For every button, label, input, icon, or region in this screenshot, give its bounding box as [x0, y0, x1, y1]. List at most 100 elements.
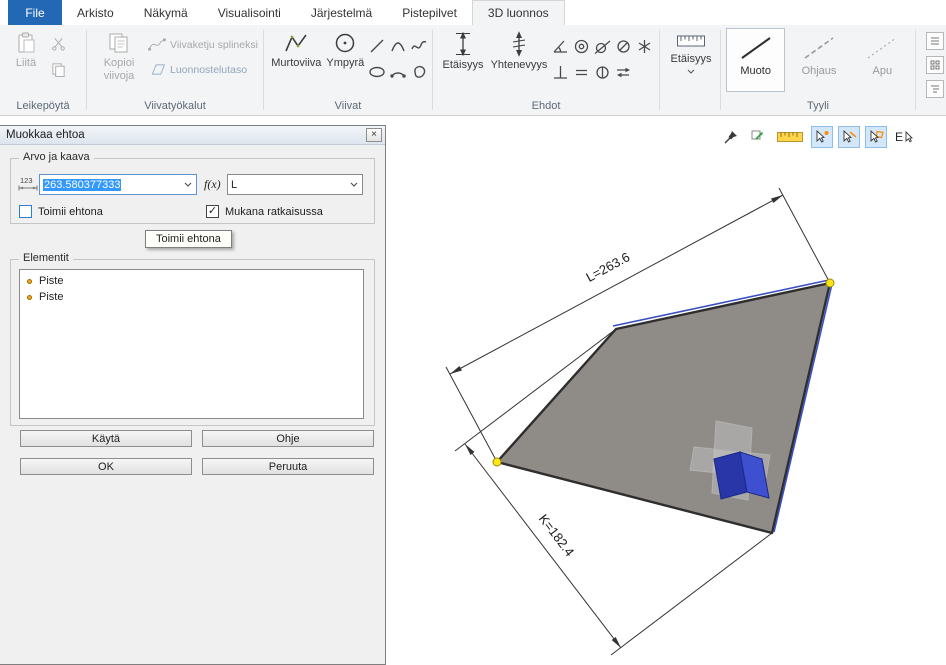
- ribbon-side-rail: [926, 32, 944, 98]
- tab-pistepilvet[interactable]: Pistepilvet: [387, 0, 472, 25]
- circle-button[interactable]: Ympyrä: [324, 28, 367, 94]
- formula-combobox-dropdown[interactable]: [346, 175, 362, 194]
- line-icon: [368, 37, 386, 55]
- distance-condition-button[interactable]: Etäisyys: [438, 28, 488, 94]
- capture-icon: [750, 129, 766, 145]
- solid-line-icon: [736, 33, 776, 63]
- list-item-label: Piste: [39, 275, 63, 287]
- ribbon-group-style: Muoto Ohjaus Apu Tyyli: [721, 25, 915, 115]
- sketch-plane-button[interactable]: Luonnostelutaso: [146, 61, 260, 78]
- blue-solid[interactable]: [714, 452, 769, 499]
- scissors-icon: [51, 36, 66, 51]
- style-aux-label: Apu: [873, 65, 893, 77]
- polyline-button[interactable]: Murtoviiva: [269, 28, 324, 94]
- value-combobox[interactable]: 263.580377333: [39, 174, 197, 195]
- list-item[interactable]: Piste: [20, 289, 363, 305]
- measure-button[interactable]: [774, 126, 806, 148]
- pattern-condition-button[interactable]: [634, 34, 655, 58]
- angle-condition-button[interactable]: [550, 34, 571, 58]
- tangent-icon: [593, 37, 612, 56]
- dialog-close-button[interactable]: ×: [366, 128, 382, 142]
- style-aux-button[interactable]: Apu: [853, 28, 912, 92]
- tangent-condition-button[interactable]: [592, 34, 613, 58]
- checkbox-box-checked[interactable]: ✓: [206, 205, 219, 218]
- style-control-button[interactable]: Ohjaus: [789, 28, 848, 92]
- vertex-marker[interactable]: [493, 458, 501, 466]
- viewport-toolbar: E: [720, 126, 918, 148]
- pick-faces-toggle[interactable]: [865, 126, 887, 148]
- coincident-icon: [614, 37, 633, 56]
- symmetry-icon: [593, 63, 612, 82]
- pick-lines-toggle[interactable]: [838, 126, 860, 148]
- equal-condition-button[interactable]: [571, 60, 592, 84]
- tab-arkisto[interactable]: Arkisto: [62, 0, 129, 25]
- panel-toggle-list-button[interactable]: [926, 32, 944, 50]
- value-combobox-dropdown[interactable]: [180, 175, 196, 194]
- closed-spline-button[interactable]: [409, 60, 429, 84]
- sketch-plane-label: Luonnostelutaso: [170, 64, 247, 76]
- ellipse-button[interactable]: [367, 60, 387, 84]
- angle-icon: [551, 37, 570, 56]
- freehand-button[interactable]: [409, 34, 429, 58]
- sketch-face[interactable]: [497, 283, 830, 533]
- concentric-condition-button[interactable]: [571, 34, 592, 58]
- group-label-style: Tyyli: [721, 99, 915, 115]
- vertex-marker[interactable]: [826, 279, 834, 287]
- chain-to-spline-label: Viivaketju splineksi: [170, 39, 258, 51]
- paste-button[interactable]: Liitä: [5, 28, 47, 94]
- value-text-selected: 263.580377333: [43, 179, 121, 191]
- distance-measure-label: Etäisyys: [671, 53, 712, 66]
- point-bullet-icon: [27, 295, 32, 300]
- style-shape-button[interactable]: Muoto: [726, 28, 785, 92]
- edit-condition-dialog: Muokkaa ehtoa × Arvo ja kaava 123 263.58…: [0, 125, 386, 665]
- elements-listbox[interactable]: Piste Piste: [19, 269, 364, 419]
- help-button[interactable]: Ohje: [202, 430, 374, 447]
- copy-button[interactable]: [47, 58, 69, 80]
- arc-button[interactable]: [388, 34, 408, 58]
- apply-button[interactable]: Käytä: [20, 430, 192, 447]
- tree-icon: [929, 83, 941, 95]
- pick-line-icon: [841, 129, 857, 145]
- zoom-capture-button[interactable]: [747, 126, 769, 148]
- tab-file[interactable]: File: [8, 0, 62, 25]
- pick-points-toggle[interactable]: [811, 126, 833, 148]
- value-dimension-icon: 123: [17, 175, 39, 194]
- panel-toggle-grid-button[interactable]: [926, 56, 944, 74]
- pick-face-icon: [868, 129, 884, 145]
- tab-nakyma[interactable]: Näkymä: [129, 0, 203, 25]
- pick-elements-toggle[interactable]: E: [892, 126, 918, 148]
- elements-group-label: Elementit: [19, 252, 73, 264]
- checkbox-box[interactable]: [19, 205, 32, 218]
- dimension-label-K[interactable]: K=182.4: [536, 511, 578, 559]
- tab-visualisointi[interactable]: Visualisointi: [203, 0, 296, 25]
- symmetry-condition-button[interactable]: [592, 60, 613, 84]
- list-item-label: Piste: [39, 291, 63, 303]
- cut-button[interactable]: [47, 32, 69, 54]
- point-bullet-icon: [27, 279, 32, 284]
- ruler-comb-icon: [676, 31, 706, 51]
- tab-3d-luonnos[interactable]: 3D luonnos: [472, 0, 565, 25]
- group-label-clipboard: Leikepöytä: [0, 99, 86, 115]
- dialog-title-bar[interactable]: Muokkaa ehtoa ×: [0, 126, 385, 145]
- three-point-arc-button[interactable]: [388, 60, 408, 84]
- chain-to-spline-button[interactable]: Viivaketju splineksi: [146, 36, 260, 53]
- cancel-button[interactable]: Peruuta: [202, 458, 374, 475]
- freehand-icon: [410, 37, 428, 55]
- ribbon-group-conditions: Etäisyys Yhtenevyys: [433, 25, 659, 115]
- perpendicular-condition-button[interactable]: [550, 60, 571, 84]
- tab-jarjestelma[interactable]: Järjestelmä: [296, 0, 387, 25]
- equal-icon: [572, 63, 591, 82]
- ok-button[interactable]: OK: [20, 458, 192, 475]
- copy-lines-button[interactable]: Kopioi viivoja: [92, 28, 146, 94]
- congruence-button[interactable]: Yhtenevyys: [488, 28, 550, 94]
- included-in-solution-checkbox[interactable]: ✓ Mukana ratkaisussa: [206, 205, 323, 218]
- coincident-condition-button[interactable]: [613, 34, 634, 58]
- list-item[interactable]: Piste: [20, 273, 363, 289]
- acts-as-condition-checkbox[interactable]: Toimii ehtona: [19, 205, 103, 218]
- pin-viewport-button[interactable]: [720, 126, 742, 148]
- swap-condition-button[interactable]: [613, 60, 634, 84]
- line-button[interactable]: [367, 34, 387, 58]
- distance-measure-button[interactable]: Etäisyys: [665, 28, 717, 94]
- panel-toggle-tree-button[interactable]: [926, 80, 944, 98]
- formula-combobox[interactable]: L: [227, 174, 363, 195]
